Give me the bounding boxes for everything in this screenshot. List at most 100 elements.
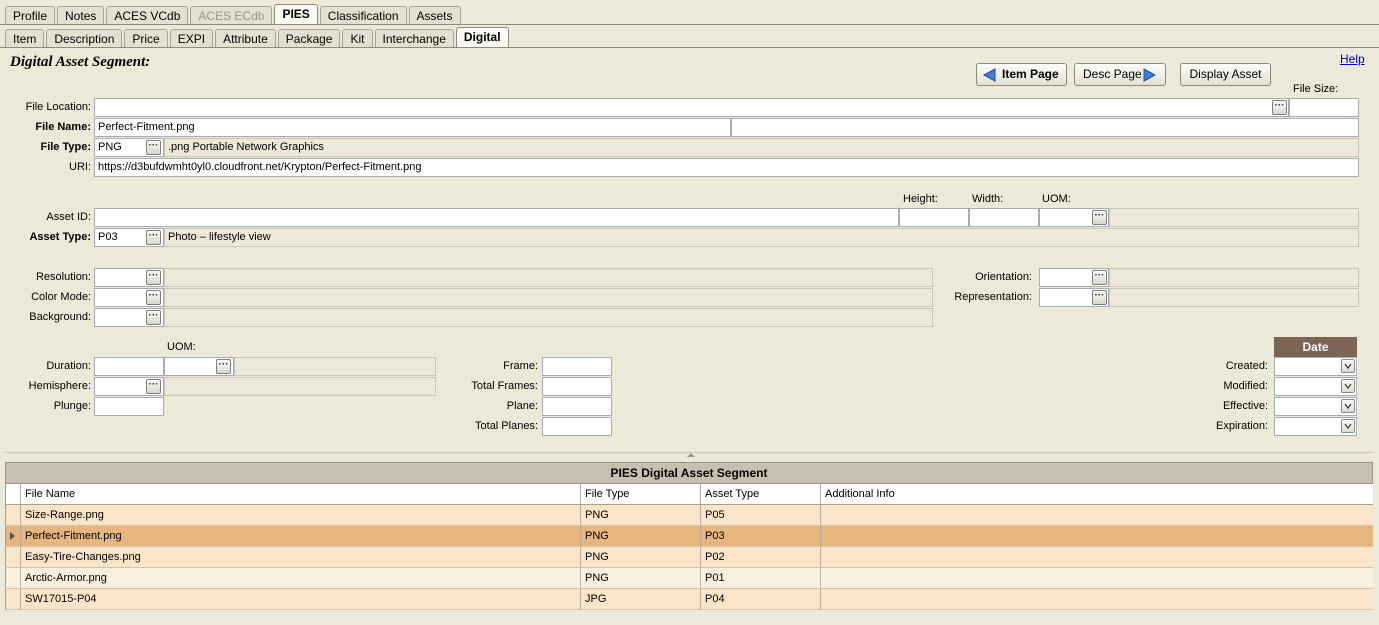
subtab-package[interactable]: Package: [277, 29, 341, 48]
cell-file-type[interactable]: JPG: [581, 589, 701, 609]
row-selector[interactable]: [6, 568, 21, 588]
resolution-lookup-button[interactable]: ···: [146, 270, 161, 285]
tab-pies[interactable]: PIES: [274, 4, 318, 25]
cell-file-type[interactable]: PNG: [581, 505, 701, 525]
cell-file-name[interactable]: Size-Range.png: [21, 505, 581, 525]
tab-profile[interactable]: Profile: [5, 6, 56, 25]
subtab-kit[interactable]: Kit: [342, 29, 373, 48]
height-input[interactable]: [899, 208, 969, 227]
row-selector[interactable]: [6, 526, 21, 546]
table-row[interactable]: SW17015-P04 JPG P04: [5, 589, 1373, 610]
hemisphere-lookup-button[interactable]: ···: [146, 379, 161, 394]
splitter-handle[interactable]: [5, 452, 1373, 458]
cell-additional-info[interactable]: [821, 505, 1373, 525]
plunge-input[interactable]: [94, 397, 164, 416]
frame-input[interactable]: [542, 357, 612, 376]
orientation-label: Orientation:: [975, 271, 1032, 283]
tab-classification[interactable]: Classification: [319, 6, 407, 25]
representation-label: Representation:: [954, 291, 1032, 303]
cell-file-name[interactable]: SW17015-P04: [21, 589, 581, 609]
cell-additional-info[interactable]: [821, 526, 1373, 546]
table-row[interactable]: Size-Range.png PNG P05: [5, 505, 1373, 526]
cell-file-name[interactable]: Arctic-Armor.png: [21, 568, 581, 588]
total-frames-label: Total Frames:: [471, 380, 538, 392]
display-asset-button[interactable]: Display Asset: [1180, 63, 1271, 86]
file-size-label: File Size:: [1293, 83, 1339, 95]
cell-asset-type[interactable]: P05: [701, 505, 821, 525]
file-location-browse-button[interactable]: ···: [1272, 100, 1287, 115]
column-header-additional-info[interactable]: Additional Info: [821, 484, 1373, 504]
cell-asset-type[interactable]: P01: [701, 568, 821, 588]
subtab-digital[interactable]: Digital: [455, 27, 509, 48]
asset-type-description: Photo – lifestyle view: [164, 228, 1359, 247]
main-tab-divider: [0, 24, 1379, 25]
table-row[interactable]: Perfect-Fitment.png PNG P03: [5, 526, 1373, 547]
orientation-description: [1109, 268, 1359, 287]
tab-assets[interactable]: Assets: [408, 6, 461, 25]
subtab-interchange[interactable]: Interchange: [374, 29, 454, 48]
arrow-right-icon: [1143, 68, 1157, 89]
file-name-input[interactable]: Perfect-Fitment.png: [94, 118, 731, 137]
total-planes-input[interactable]: [542, 417, 612, 436]
cell-asset-type[interactable]: P04: [701, 589, 821, 609]
uri-input[interactable]: https://d3bufdwmht0yl0.cloudfront.net/Kr…: [94, 158, 1359, 177]
duration-uom-lookup-button[interactable]: ···: [216, 359, 231, 374]
uom-lookup-button[interactable]: ···: [1092, 210, 1107, 225]
cell-additional-info[interactable]: [821, 568, 1373, 588]
cell-file-type[interactable]: PNG: [581, 568, 701, 588]
height-label: Height:: [903, 193, 938, 205]
file-type-lookup-button[interactable]: ···: [146, 140, 161, 155]
desc-page-button[interactable]: Desc Page: [1074, 63, 1166, 86]
subtab-item[interactable]: Item: [5, 29, 45, 48]
table-row[interactable]: Arctic-Armor.png PNG P01: [5, 568, 1373, 589]
subtab-attribute[interactable]: Attribute: [215, 29, 276, 48]
cell-additional-info[interactable]: [821, 547, 1373, 567]
expiration-label: Expiration:: [1216, 420, 1268, 432]
asset-type-lookup-button[interactable]: ···: [146, 230, 161, 245]
expiration-dropdown-button[interactable]: [1341, 419, 1355, 433]
total-frames-input[interactable]: [542, 377, 612, 396]
tab-aces-vcdb[interactable]: ACES VCdb: [106, 6, 189, 25]
representation-lookup-button[interactable]: ···: [1092, 290, 1107, 305]
cell-file-type[interactable]: PNG: [581, 526, 701, 546]
orientation-lookup-button[interactable]: ···: [1092, 270, 1107, 285]
effective-dropdown-button[interactable]: [1341, 399, 1355, 413]
color-mode-lookup-button[interactable]: ···: [146, 290, 161, 305]
tab-aces-ecdb: ACES ECdb: [190, 6, 273, 25]
cell-asset-type[interactable]: P03: [701, 526, 821, 546]
subtab-price[interactable]: Price: [124, 29, 168, 48]
background-lookup-button[interactable]: ···: [146, 310, 161, 325]
created-dropdown-button[interactable]: [1341, 359, 1355, 373]
help-link[interactable]: Help: [1340, 52, 1365, 66]
width-input[interactable]: [969, 208, 1039, 227]
asset-id-input[interactable]: [94, 208, 899, 227]
duration-uom-label: UOM:: [167, 341, 196, 353]
cell-file-name[interactable]: Easy-Tire-Changes.png: [21, 547, 581, 567]
file-location-input[interactable]: [94, 98, 1289, 117]
row-selector[interactable]: [6, 589, 21, 609]
plane-input[interactable]: [542, 397, 612, 416]
row-selector[interactable]: [6, 547, 21, 567]
uri-label: URI:: [69, 161, 91, 173]
cell-additional-info[interactable]: [821, 589, 1373, 609]
duration-input[interactable]: [94, 357, 164, 376]
tab-notes[interactable]: Notes: [57, 6, 105, 25]
file-size-input[interactable]: [1289, 98, 1359, 117]
asset-type-label: Asset Type:: [29, 231, 91, 243]
color-mode-label: Color Mode:: [31, 291, 91, 303]
column-header-file-type[interactable]: File Type: [581, 484, 701, 504]
column-header-file-name[interactable]: File Name: [21, 484, 581, 504]
table-row[interactable]: Easy-Tire-Changes.png PNG P02: [5, 547, 1373, 568]
pies-tab-divider: [0, 47, 1379, 48]
subtab-expi[interactable]: EXPI: [169, 29, 214, 48]
cell-file-type[interactable]: PNG: [581, 547, 701, 567]
item-page-button[interactable]: Item Page: [976, 63, 1067, 86]
row-selector[interactable]: [6, 505, 21, 525]
file-name-extra-input[interactable]: [731, 118, 1359, 137]
cell-file-name[interactable]: Perfect-Fitment.png: [21, 526, 581, 546]
subtab-description[interactable]: Description: [46, 29, 123, 48]
cell-asset-type[interactable]: P02: [701, 547, 821, 567]
column-header-asset-type[interactable]: Asset Type: [701, 484, 821, 504]
date-header: Date: [1274, 337, 1357, 357]
modified-dropdown-button[interactable]: [1341, 379, 1355, 393]
